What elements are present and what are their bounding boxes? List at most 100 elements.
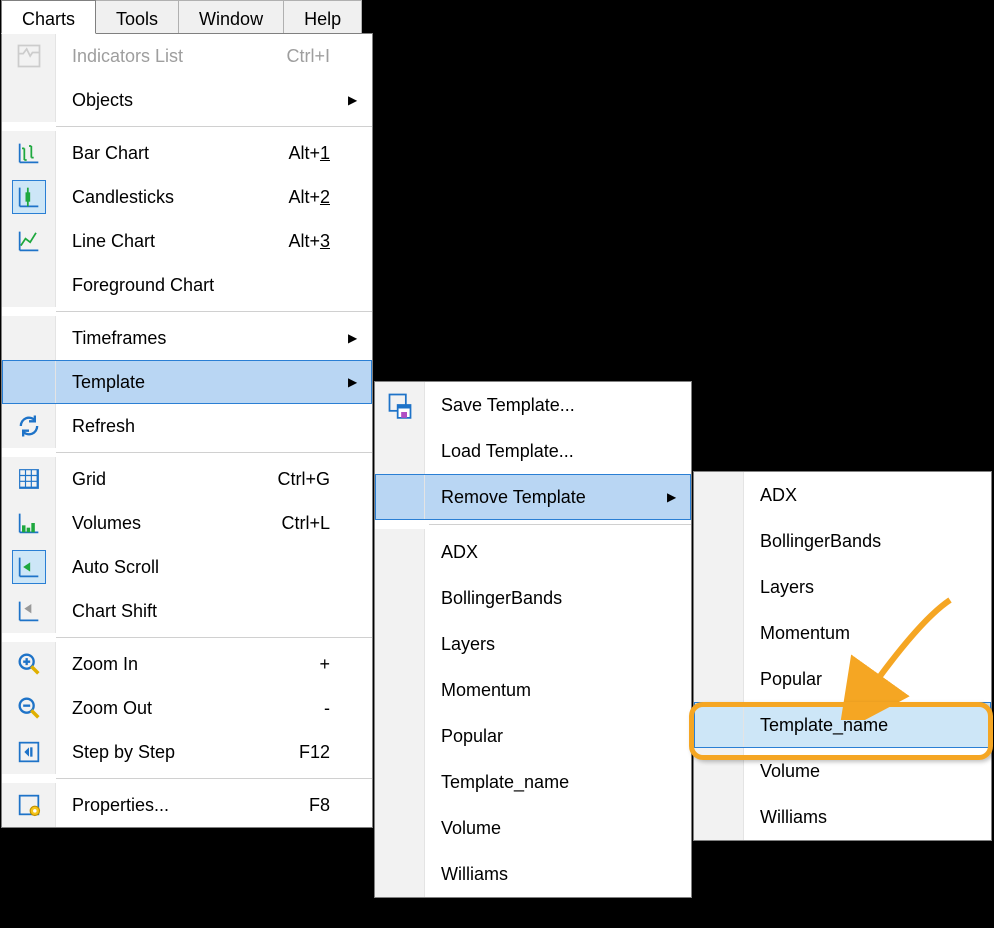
menu-separator [56, 311, 372, 312]
remove-item-label: Popular [744, 669, 991, 690]
menu-zoom-out[interactable]: Zoom Out - [2, 686, 372, 730]
menubar-help[interactable]: Help [283, 0, 362, 34]
menu-indicators-shortcut: Ctrl+I [258, 46, 348, 67]
volumes-icon [2, 501, 56, 545]
remove-item-momentum[interactable]: Momentum [694, 610, 991, 656]
menu-foreground-chart-label: Foreground Chart [56, 275, 258, 296]
menubar-window-label: Window [199, 9, 263, 30]
menu-foreground-chart[interactable]: Foreground Chart [2, 263, 372, 307]
menu-step-label: Step by Step [56, 742, 258, 763]
remove-item-label: Template_name [744, 715, 991, 736]
remove-item-williams[interactable]: Williams [694, 794, 991, 840]
properties-icon [2, 783, 56, 827]
menu-auto-scroll-label: Auto Scroll [56, 557, 258, 578]
menu-volumes-label: Volumes [56, 513, 258, 534]
menubar-charts-label: Charts [22, 9, 75, 30]
template-preset-popular[interactable]: Popular [375, 713, 691, 759]
submenu-arrow-icon: ▶ [348, 375, 372, 389]
submenu-save-template[interactable]: Save Template... [375, 382, 691, 428]
menu-properties[interactable]: Properties... F8 [2, 783, 372, 827]
menu-zoom-in[interactable]: Zoom In + [2, 642, 372, 686]
submenu-load-template-label: Load Template... [425, 441, 667, 462]
menu-step-by-step[interactable]: Step by Step F12 [2, 730, 372, 774]
remove-item-popular[interactable]: Popular [694, 656, 991, 702]
menu-zoom-out-label: Zoom Out [56, 698, 258, 719]
menu-separator [56, 126, 372, 127]
remove-item-adx[interactable]: ADX [694, 472, 991, 518]
menu-volumes[interactable]: Volumes Ctrl+L [2, 501, 372, 545]
menu-auto-scroll[interactable]: Auto Scroll [2, 545, 372, 589]
template-preset-label: Momentum [425, 680, 667, 701]
menu-zoom-out-shortcut: - [258, 698, 348, 719]
candlesticks-icon [12, 180, 46, 214]
menu-indicators-list: Indicators List Ctrl+I [2, 34, 372, 78]
menu-candlesticks[interactable]: Candlesticks Alt+2 [2, 175, 372, 219]
template-preset-bollingerbands[interactable]: BollingerBands [375, 575, 691, 621]
menubar-charts[interactable]: Charts [1, 0, 96, 34]
template-preset-label: Layers [425, 634, 667, 655]
remove-item-label: Momentum [744, 623, 991, 644]
menu-line-chart-label: Line Chart [56, 231, 258, 252]
menu-properties-label: Properties... [56, 795, 258, 816]
template-preset-template-name[interactable]: Template_name [375, 759, 691, 805]
menu-template[interactable]: Template ▶ [2, 360, 372, 404]
menu-properties-shortcut: F8 [258, 795, 348, 816]
menu-line-chart-shortcut: Alt+3 [258, 231, 348, 252]
menu-volumes-shortcut: Ctrl+L [258, 513, 348, 534]
auto-scroll-icon [12, 550, 46, 584]
template-preset-label: Williams [425, 864, 667, 885]
remove-item-volume[interactable]: Volume [694, 748, 991, 794]
submenu-save-template-label: Save Template... [425, 395, 667, 416]
remove-item-template-name[interactable]: Template_name [694, 702, 991, 748]
template-preset-label: ADX [425, 542, 667, 563]
submenu-load-template[interactable]: Load Template... [375, 428, 691, 474]
menu-objects[interactable]: Objects ▶ [2, 78, 372, 122]
template-preset-adx[interactable]: ADX [375, 529, 691, 575]
menu-chart-shift[interactable]: Chart Shift [2, 589, 372, 633]
submenu-remove-template-label: Remove Template [425, 487, 667, 508]
step-icon [2, 730, 56, 774]
template-preset-label: Volume [425, 818, 667, 839]
template-preset-momentum[interactable]: Momentum [375, 667, 691, 713]
template-preset-williams[interactable]: Williams [375, 851, 691, 897]
menu-line-chart[interactable]: Line Chart Alt+3 [2, 219, 372, 263]
indicators-icon [2, 34, 56, 78]
template-submenu: Save Template... Load Template... Remove… [374, 381, 692, 898]
menubar-tools-label: Tools [116, 9, 158, 30]
refresh-icon [2, 404, 56, 448]
menubar-window[interactable]: Window [178, 0, 284, 34]
remove-item-label: Volume [744, 761, 991, 782]
submenu-arrow-icon: ▶ [667, 490, 691, 504]
menu-candlesticks-shortcut: Alt+2 [258, 187, 348, 208]
remove-item-label: ADX [744, 485, 991, 506]
menubar: Charts Tools Window Help [1, 0, 361, 34]
menu-separator [56, 778, 372, 779]
menu-grid[interactable]: Grid Ctrl+G [2, 457, 372, 501]
remove-item-label: BollingerBands [744, 531, 991, 552]
menu-step-shortcut: F12 [258, 742, 348, 763]
menu-refresh-label: Refresh [56, 416, 258, 437]
menu-timeframes-label: Timeframes [56, 328, 258, 349]
menu-objects-label: Objects [56, 90, 258, 111]
menu-grid-shortcut: Ctrl+G [258, 469, 348, 490]
template-preset-volume[interactable]: Volume [375, 805, 691, 851]
menu-separator [429, 524, 691, 525]
submenu-remove-template[interactable]: Remove Template ▶ [375, 474, 691, 520]
submenu-arrow-icon: ▶ [348, 331, 372, 345]
remove-item-bollingerbands[interactable]: BollingerBands [694, 518, 991, 564]
menu-zoom-in-shortcut: + [258, 654, 348, 675]
menubar-help-label: Help [304, 9, 341, 30]
line-chart-icon [2, 219, 56, 263]
menubar-tools[interactable]: Tools [95, 0, 179, 34]
menu-timeframes[interactable]: Timeframes ▶ [2, 316, 372, 360]
menu-template-label: Template [56, 372, 258, 393]
menu-refresh[interactable]: Refresh [2, 404, 372, 448]
zoom-out-icon [2, 686, 56, 730]
zoom-in-icon [2, 642, 56, 686]
chart-shift-icon [2, 589, 56, 633]
template-preset-layers[interactable]: Layers [375, 621, 691, 667]
menu-bar-chart[interactable]: Bar Chart Alt+1 [2, 131, 372, 175]
remove-item-layers[interactable]: Layers [694, 564, 991, 610]
menu-chart-shift-label: Chart Shift [56, 601, 258, 622]
remove-item-label: Williams [744, 807, 991, 828]
